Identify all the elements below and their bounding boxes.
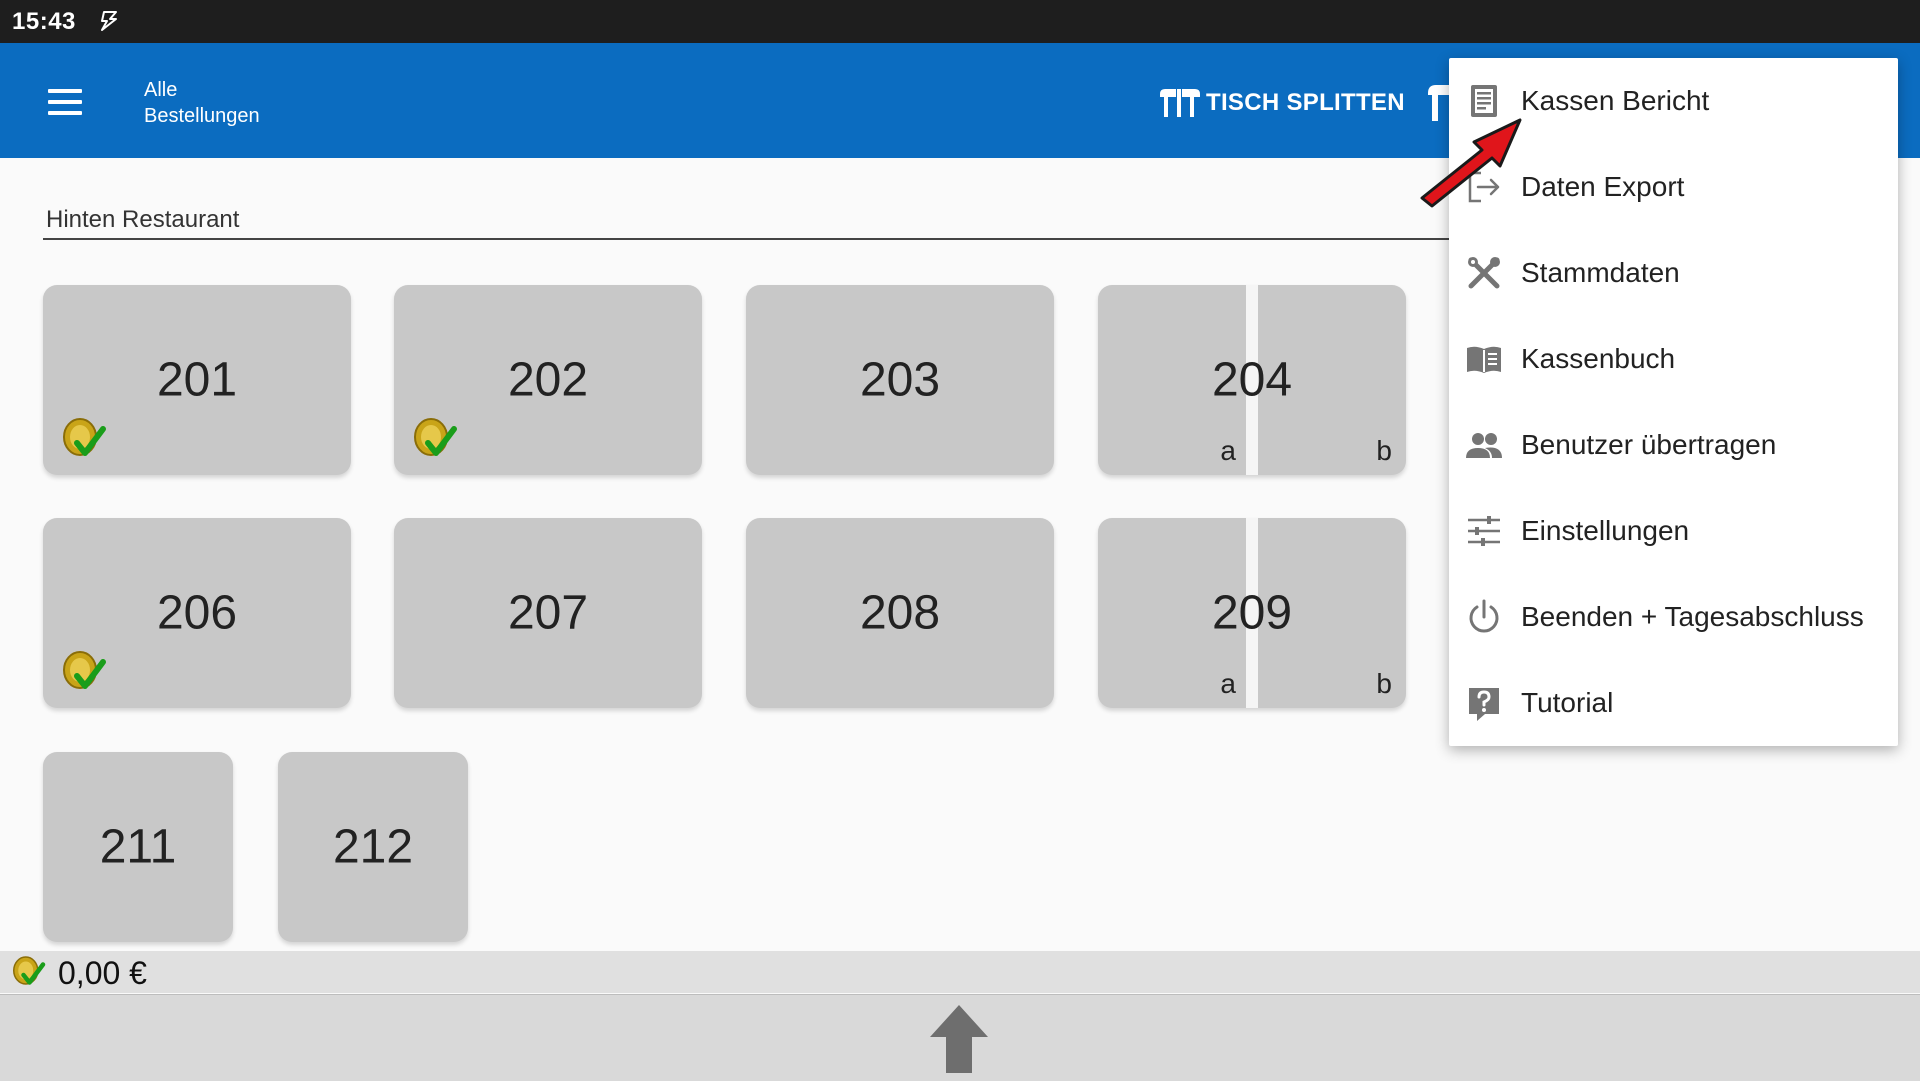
table-tile-207[interactable]: 207 — [394, 518, 702, 708]
menu-item-tutorial[interactable]: Tutorial — [1449, 660, 1898, 746]
table-tile-209[interactable]: 209 a b — [1098, 518, 1406, 708]
table-tile-211[interactable]: 211 — [43, 752, 233, 942]
annotation-arrow-icon — [1420, 118, 1522, 208]
split-part-a: a — [1220, 668, 1236, 699]
bottom-bar — [0, 994, 1920, 1081]
table-tile-212[interactable]: 212 — [278, 752, 468, 942]
menu-item-label: Beenden + Tagesabschluss — [1521, 601, 1864, 632]
total-amount: 0,00 € — [58, 955, 147, 991]
table-tile-208[interactable]: 208 — [746, 518, 1054, 708]
status-time: 15:43 — [12, 8, 76, 35]
title-line-1: Alle — [144, 79, 178, 101]
title-line-2: Bestellungen — [144, 105, 260, 127]
users-icon — [1466, 433, 1502, 458]
table-number: 212 — [332, 820, 414, 874]
table-number: 207 — [507, 586, 589, 640]
total-bar: 0,00 € — [0, 951, 1920, 993]
book-icon — [1467, 346, 1501, 373]
status-bar: 15:43 — [0, 0, 1920, 43]
menu-item-label: Kassenbuch — [1521, 343, 1676, 374]
split-table-button[interactable]: TISCH SPLITTEN — [1158, 81, 1405, 125]
menu-icon[interactable] — [38, 83, 92, 123]
table-number: 211 — [99, 820, 177, 874]
table-number: 201 — [156, 353, 238, 407]
table-tile-201[interactable]: 201 — [43, 285, 351, 475]
table-number: 204 — [1211, 353, 1293, 407]
power-icon — [1469, 599, 1499, 633]
menu-item-benutzer-uebertragen[interactable]: Benutzer übertragen — [1449, 402, 1898, 488]
table-number: 208 — [859, 586, 941, 640]
split-part-a: a — [1220, 435, 1236, 466]
table-number: 206 — [156, 586, 238, 640]
help-icon — [1469, 688, 1499, 721]
table-tile-206[interactable]: 206 — [43, 518, 351, 708]
table-number: 209 — [1211, 586, 1293, 640]
menu-item-label: Benutzer übertragen — [1521, 429, 1777, 460]
coin-check-icon — [63, 418, 106, 456]
menu-item-label: Kassen Bericht — [1521, 85, 1710, 116]
split-table-label: TISCH SPLITTEN — [1206, 89, 1405, 116]
split-table-icon — [1160, 89, 1200, 117]
tools-icon — [1468, 257, 1500, 289]
menu-item-label: Tutorial — [1521, 687, 1614, 718]
sliders-icon — [1468, 516, 1500, 546]
page-title: Alle Bestellungen — [144, 77, 260, 129]
menu-item-beenden-tagesabschluss[interactable]: Beenden + Tagesabschluss — [1449, 574, 1898, 660]
section-divider — [43, 238, 1463, 240]
table-tile-203[interactable]: 203 — [746, 285, 1054, 475]
coin-check-icon — [414, 418, 457, 456]
table-number: 202 — [507, 353, 589, 407]
split-part-b: b — [1376, 435, 1392, 466]
menu-item-label: Stammdaten — [1521, 257, 1680, 288]
split-part-b: b — [1376, 668, 1392, 699]
menu-item-einstellungen[interactable]: Einstellungen — [1449, 488, 1898, 574]
arrow-up-icon[interactable] — [928, 1003, 990, 1075]
section-label[interactable]: Hinten Restaurant — [46, 206, 239, 234]
table-tile-202[interactable]: 202 — [394, 285, 702, 475]
menu-item-label: Einstellungen — [1521, 515, 1690, 546]
menu-item-kassenbuch[interactable]: Kassenbuch — [1449, 316, 1898, 402]
coin-check-icon — [63, 651, 106, 689]
table-tile-204[interactable]: 204 a b — [1098, 285, 1406, 475]
notification-icon — [101, 11, 117, 31]
menu-item-stammdaten[interactable]: Stammdaten — [1449, 230, 1898, 316]
table-number: 203 — [859, 353, 941, 407]
coin-check-icon — [13, 956, 46, 985]
menu-item-label: Daten Export — [1521, 171, 1685, 202]
